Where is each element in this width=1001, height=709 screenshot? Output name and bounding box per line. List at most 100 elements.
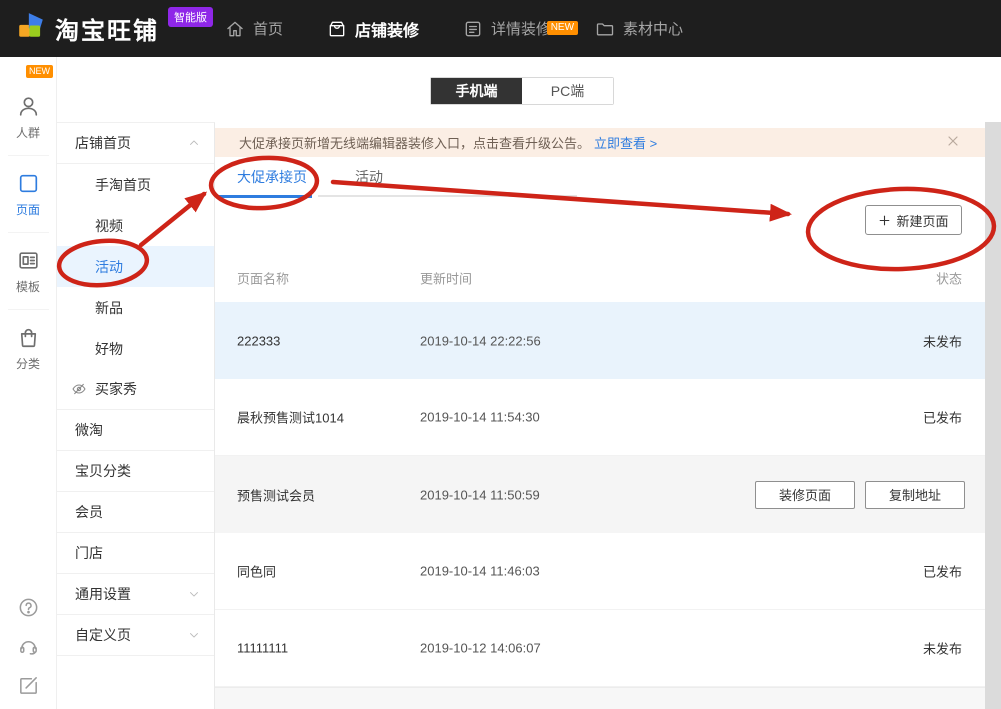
page-name-cell: 11111111 [237, 640, 289, 656]
rail-item-label: 页面 [15, 202, 40, 217]
notice-link[interactable]: 立即查看 > [594, 133, 657, 152]
sidebar-item-通用设置[interactable]: 通用设置 [57, 574, 214, 615]
sidebar-item-视频[interactable]: 视频 [57, 205, 214, 246]
sidebar-item-店铺首页[interactable]: 店铺首页 [57, 123, 214, 164]
help-icon [17, 596, 40, 619]
updated-time-cell: 2019-10-14 11:46:03 [420, 563, 540, 579]
shop-icon [327, 19, 347, 39]
rail-items: 人群 页面 模板 分类 [0, 57, 56, 387]
sidebar-item-label: 新品 [95, 299, 123, 316]
new-page-button[interactable]: 新建页面 [865, 205, 962, 235]
sidebar-item-label: 买家秀 [95, 381, 137, 397]
new-page-label: 新建页面 [896, 213, 949, 229]
sidebar-item-label: 会员 [75, 504, 103, 520]
smart-version-badge: 智能版 [168, 7, 213, 27]
sidebar-item-自定义页[interactable]: 自定义页 [57, 615, 214, 656]
chevron-up-icon [187, 136, 201, 150]
tab-underline-track [318, 195, 577, 197]
copy-url-button[interactable]: 复制地址 [865, 480, 965, 509]
page-icon [16, 171, 41, 196]
table-row[interactable]: 11111111 2019-10-12 14:06:07 未发布 [215, 610, 985, 687]
tab-promo-landing[interactable]: 大促承接页 [237, 157, 307, 196]
table-bottom-strip [215, 687, 985, 709]
rail-item-label: 模板 [15, 279, 40, 294]
rail-item-page[interactable]: 页面 [7, 156, 49, 233]
table-header: 页面名称 更新时间 状态 [215, 254, 985, 302]
table-body: 222333 2019-10-14 22:22:56 未发布晨秋预售测试1014 20… [215, 302, 985, 687]
top-header: 淘宝旺铺 智能版 首页 店铺装修 详情装修 NEW 素材中心 [0, 0, 1001, 57]
page-name-cell: 晨秋预售测试1014 [237, 410, 344, 426]
nav-item-home[interactable]: 首页 [225, 18, 283, 39]
sidebar-item-手淘首页[interactable]: 手淘首页 [57, 164, 214, 205]
sidebar-item-label: 视频 [95, 217, 123, 234]
col-header-status: 状态 [935, 271, 962, 287]
rail-item-template[interactable]: 模板 [7, 233, 49, 310]
sidebar-item-label: 活动 [95, 258, 123, 275]
row-actions: 装修页面 复制地址 [755, 480, 965, 509]
active-tab-underline [218, 195, 312, 198]
sidebar-item-宝贝分类[interactable]: 宝贝分类 [57, 451, 214, 492]
icon-rail: NEW 人群 页面 模板 分类 [0, 57, 57, 709]
nav-label: 素材中心 [623, 21, 684, 38]
feedback-icon [17, 674, 40, 697]
headset-icon [17, 635, 40, 658]
nav-item-shop[interactable]: 店铺装修 [327, 17, 419, 41]
main-content: 大促承接页新增无线端编辑器装修入口，点击查看升级公告。 立即查看 > 大促承接页… [215, 122, 985, 709]
sidebar-item-label: 自定义页 [75, 627, 131, 643]
sidebar-item-活动[interactable]: 活动 [57, 246, 214, 287]
chevron-down-icon [187, 587, 201, 601]
sidebar-item-会员[interactable]: 会员 [57, 492, 214, 533]
rail-footer-feedback[interactable] [17, 674, 40, 697]
status-badge: 已发布 [922, 410, 962, 426]
app: 淘宝旺铺 智能版 首页 店铺装修 详情装修 NEW 素材中心 NEW 人群 页面 模板 分类 … [0, 0, 1001, 709]
sidebar-item-买家秀[interactable]: 买家秀 [57, 369, 214, 410]
status-badge: 已发布 [922, 564, 962, 580]
table-row[interactable]: 222333 2019-10-14 22:22:56 未发布 [215, 302, 985, 379]
rail-item-label: 人群 [15, 125, 40, 140]
col-header-page-name: 页面名称 [237, 271, 290, 287]
notice-text: 大促承接页新增无线端编辑器装修入口，点击查看升级公告。 [239, 136, 591, 151]
page-name-cell: 同色同 [237, 564, 277, 580]
close-icon[interactable] [945, 133, 961, 149]
status-badge: 未发布 [922, 641, 962, 657]
toggle-pc[interactable]: PC端 [522, 78, 613, 104]
rail-item-person[interactable]: 人群 [7, 79, 49, 156]
rail-footer-help[interactable] [17, 596, 40, 619]
app-title: 淘宝旺铺 [55, 18, 159, 45]
taobao-logo-icon [16, 11, 46, 46]
sidebar-item-好物[interactable]: 好物 [57, 328, 214, 369]
nav-item-detail[interactable]: 详情装修 NEW [463, 18, 579, 39]
sidebar-item-微淘[interactable]: 微淘 [57, 410, 214, 451]
tab-activity[interactable]: 活动 [355, 157, 383, 196]
scrollbar-track[interactable] [985, 122, 1001, 709]
col-header-updated: 更新时间 [420, 271, 473, 287]
updated-time-cell: 2019-10-12 14:06:07 [420, 640, 541, 656]
sidebar-item-新品[interactable]: 新品 [57, 287, 214, 328]
sidebar-item-label: 门店 [75, 545, 103, 561]
updated-time-cell: 2019-10-14 11:54:30 [420, 409, 540, 425]
sidebar-item-label: 手淘首页 [95, 176, 151, 193]
rail-footer [0, 596, 57, 697]
bag-icon [16, 325, 41, 350]
person-icon [16, 94, 41, 119]
toggle-mobile[interactable]: 手机端 [431, 78, 522, 104]
table-row[interactable]: 同色同 2019-10-14 11:46:03 已发布 [215, 533, 985, 610]
tab-bar: 大促承接页 活动 [215, 157, 985, 199]
rail-item-bag[interactable]: 分类 [8, 310, 49, 387]
sidebar-item-label: 店铺首页 [75, 135, 131, 151]
nav-item-folder[interactable]: 素材中心 [595, 18, 683, 39]
toolbar: 新建页面 [215, 199, 985, 254]
detail-icon [463, 19, 483, 39]
sidebar-item-label: 好物 [95, 340, 123, 357]
device-toggle-bar: 手机端 PC端 [57, 57, 1001, 122]
table-row[interactable]: 晨秋预售测试1014 2019-10-14 11:54:30 已发布 [215, 379, 985, 456]
sidebar-item-label: 通用设置 [75, 586, 131, 602]
table-row[interactable]: 预售测试会员 2019-10-14 11:50:59 装修页面 复制地址 [215, 456, 985, 533]
sidebar-item-门店[interactable]: 门店 [57, 533, 214, 574]
template-icon [16, 248, 41, 273]
nav-label: 首页 [253, 21, 284, 38]
sidebar: 店铺首页手淘首页视频活动新品好物买家秀微淘 宝贝分类会员门店通用设置自定义页 [57, 122, 215, 709]
updated-time-cell: 2019-10-14 11:50:59 [420, 487, 540, 502]
decorate-page-button[interactable]: 装修页面 [755, 480, 855, 509]
rail-footer-headset[interactable] [17, 635, 40, 658]
